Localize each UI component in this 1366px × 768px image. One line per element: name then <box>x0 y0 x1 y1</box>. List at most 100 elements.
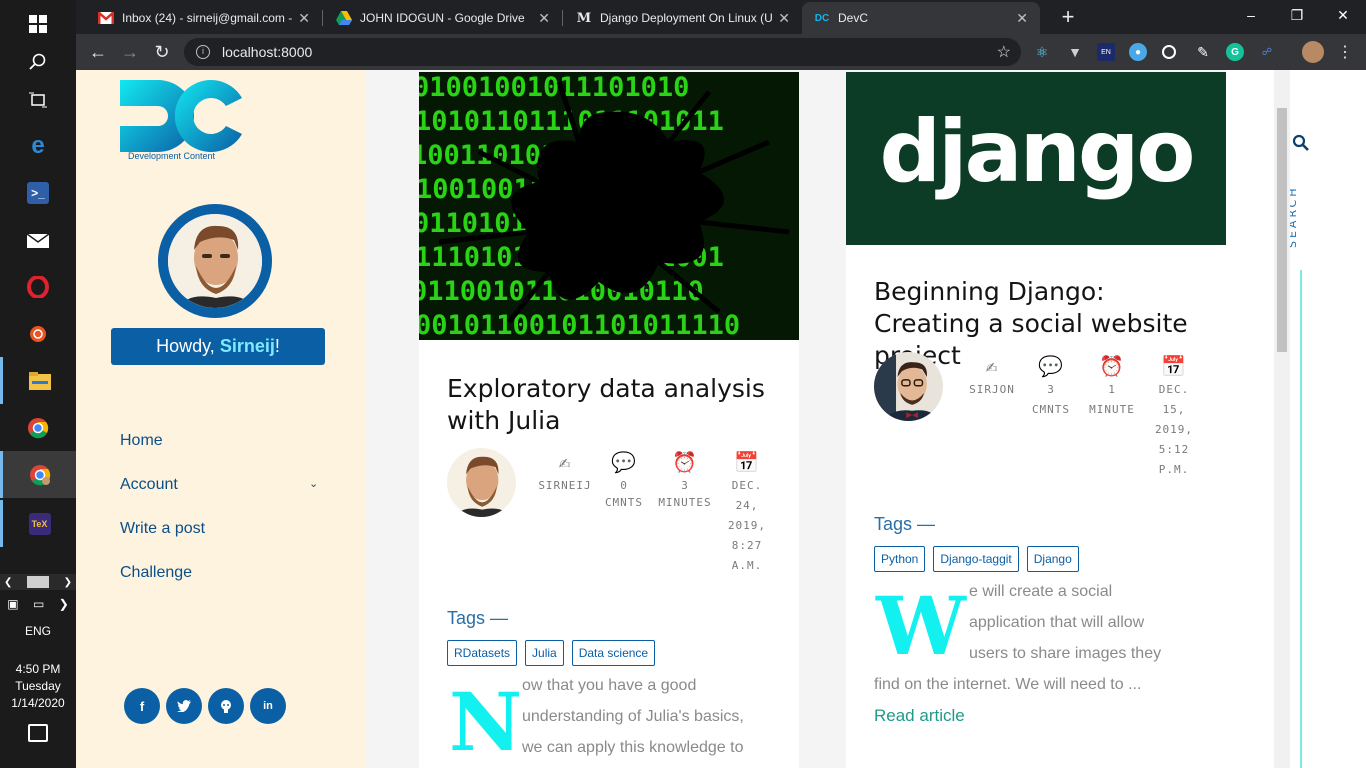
profile-avatar[interactable] <box>1302 41 1324 63</box>
close-icon[interactable]: ✕ <box>778 10 790 27</box>
network-icon[interactable]: ▣ <box>7 597 18 611</box>
twitter-icon[interactable] <box>166 688 202 724</box>
opera-icon[interactable] <box>0 263 76 310</box>
author-avatar[interactable] <box>447 448 516 517</box>
scroll-left-icon[interactable]: ❮ <box>4 577 12 588</box>
taskbar-clock[interactable]: 4:50 PM Tuesday 1/14/2020 <box>0 661 76 712</box>
language-indicator[interactable]: ENG <box>0 624 76 638</box>
chat-extension-icon[interactable]: ● <box>1129 43 1147 61</box>
writer-icon: ✍ <box>985 354 999 378</box>
notification-center-icon[interactable] <box>28 724 48 742</box>
chrome-icon[interactable] <box>0 404 76 451</box>
bookmark-star-icon[interactable]: ☆ <box>997 42 1011 62</box>
author-name[interactable]: SIRNEIJ <box>536 476 594 496</box>
meta-comments: 💬 0 CMNTS <box>595 448 653 513</box>
tab-google-drive[interactable]: JOHN IDOGUN - Google Drive ✕ <box>324 2 562 34</box>
page-viewport: Development Content Howdy, Sirneij ! Hom… <box>76 70 1350 768</box>
close-icon[interactable]: ✕ <box>1016 10 1028 27</box>
mail-icon[interactable] <box>0 216 76 263</box>
scroll-thumb[interactable] <box>27 576 49 588</box>
close-icon[interactable]: ✕ <box>298 10 310 27</box>
github-icon[interactable] <box>208 688 244 724</box>
nav-write-a-post[interactable]: Write a post <box>120 520 205 538</box>
tag[interactable]: Django-taggit <box>933 546 1019 572</box>
greeting-button[interactable]: Howdy, Sirneij ! <box>111 328 325 365</box>
minimize-button[interactable]: – <box>1228 0 1274 30</box>
tab-medium[interactable]: M Django Deployment On Linux (U ✕ <box>564 2 802 34</box>
post-image-binary[interactable]: 01001001011101010 1010110111011101011 10… <box>419 72 799 340</box>
read-article-link[interactable]: Read article <box>874 706 965 726</box>
browser-tab-strip: Inbox (24) - sirneij@gmail.com - ✕ JOHN … <box>76 0 1366 34</box>
chevron-right-icon[interactable]: ❯ <box>59 597 69 611</box>
restore-button[interactable]: ❐ <box>1274 0 1320 30</box>
grammarly-icon[interactable]: G <box>1226 43 1244 61</box>
clock-time: 4:50 PM <box>15 662 61 676</box>
edge-icon[interactable]: e <box>0 122 76 169</box>
date-line: 24, <box>735 499 759 512</box>
extension-icon[interactable]: EN <box>1097 43 1115 61</box>
user-avatar[interactable] <box>158 204 272 318</box>
forward-button[interactable]: → <box>118 40 142 64</box>
date-line: 5:12 <box>1158 443 1190 456</box>
facebook-icon[interactable]: f <box>124 688 160 724</box>
excerpt-line: e will create a social <box>969 583 1113 600</box>
pen-extension-icon[interactable]: ✎ <box>1194 43 1212 61</box>
vue-devtools-icon[interactable]: ▼ <box>1066 43 1084 61</box>
nav-home[interactable]: Home <box>120 432 163 450</box>
meta-comments: 💬 3 CMNTS <box>1022 352 1080 420</box>
ubuntu-icon[interactable] <box>0 310 76 357</box>
excerpt-line: understanding of Julia's basics, <box>522 708 744 725</box>
clock-date: 1/14/2020 <box>11 696 65 710</box>
comments-icon: 💬 <box>611 450 637 474</box>
texstudio-icon[interactable]: TeX <box>0 500 76 547</box>
new-tab-button[interactable]: + <box>1056 6 1080 30</box>
back-button[interactable]: ← <box>86 40 110 64</box>
post-image-django[interactable]: django <box>846 72 1226 245</box>
tag[interactable]: Django <box>1026 546 1079 572</box>
site-info-icon[interactable]: i <box>196 45 210 59</box>
code-extension-icon[interactable] <box>1162 45 1176 59</box>
calendar-icon: 📅 <box>1161 354 1187 378</box>
chrome-profile-icon[interactable] <box>0 451 76 498</box>
post-card: django Beginning Django: Creating a soci… <box>846 72 1226 768</box>
chevron-down-icon[interactable]: ⌄ <box>309 477 318 490</box>
link-extension-icon[interactable]: ☍ <box>1258 43 1276 61</box>
scrollbar-thumb[interactable] <box>1277 108 1287 352</box>
greeting-username: Sirneij <box>219 336 275 356</box>
tag[interactable]: RDatasets <box>447 640 518 666</box>
date-line: A.M. <box>731 559 763 572</box>
nav-challenge[interactable]: Challenge <box>120 564 192 582</box>
tab-gmail[interactable]: Inbox (24) - sirneij@gmail.com - ✕ <box>86 2 322 34</box>
devc-icon: DC <box>814 12 830 24</box>
read-time-value: 1 <box>1108 383 1116 396</box>
react-devtools-icon[interactable]: ⚛ <box>1033 43 1051 61</box>
post-excerpt: e will create a social application that … <box>969 576 1219 669</box>
tag[interactable]: Julia <box>525 640 564 666</box>
file-explorer-icon[interactable] <box>0 357 76 404</box>
chrome-menu-icon[interactable]: ⋮ <box>1336 43 1354 61</box>
post-card: 01001001011101010 1010110111011101011 10… <box>419 72 799 768</box>
search-icon[interactable] <box>1292 134 1310 152</box>
close-window-button[interactable]: ✕ <box>1320 0 1366 30</box>
system-tray: ▣ ▭ ❯ <box>0 592 76 616</box>
linkedin-icon[interactable]: in <box>250 688 286 724</box>
tab-devc[interactable]: DC DevC ✕ <box>802 2 1040 34</box>
tag[interactable]: Data science <box>571 640 656 666</box>
close-icon[interactable]: ✕ <box>538 10 550 27</box>
author-name[interactable]: SIRJON <box>963 380 1021 400</box>
nav-account[interactable]: Account <box>120 476 178 494</box>
url-text: localhost:8000 <box>222 44 313 60</box>
tag-list: Python Django-taggit Django <box>874 546 1079 572</box>
post-title[interactable]: Exploratory data analysis with Julia <box>447 373 777 437</box>
battery-icon[interactable]: ▭ <box>33 597 44 611</box>
meta-author: ✍ SIRNEIJ <box>536 448 594 496</box>
task-view-icon[interactable] <box>0 76 76 123</box>
page-scrollbar[interactable] <box>1274 70 1290 768</box>
scroll-right-icon[interactable]: ❯ <box>64 577 72 588</box>
powershell-icon[interactable]: >_ <box>0 169 76 216</box>
tag[interactable]: Python <box>874 546 926 572</box>
taskbar-scrollbar[interactable]: ❮ ❯ <box>0 574 76 590</box>
author-avatar[interactable] <box>874 352 943 421</box>
address-bar[interactable]: i localhost:8000 ☆ <box>184 38 1021 66</box>
reload-button[interactable]: ↻ <box>150 40 174 64</box>
